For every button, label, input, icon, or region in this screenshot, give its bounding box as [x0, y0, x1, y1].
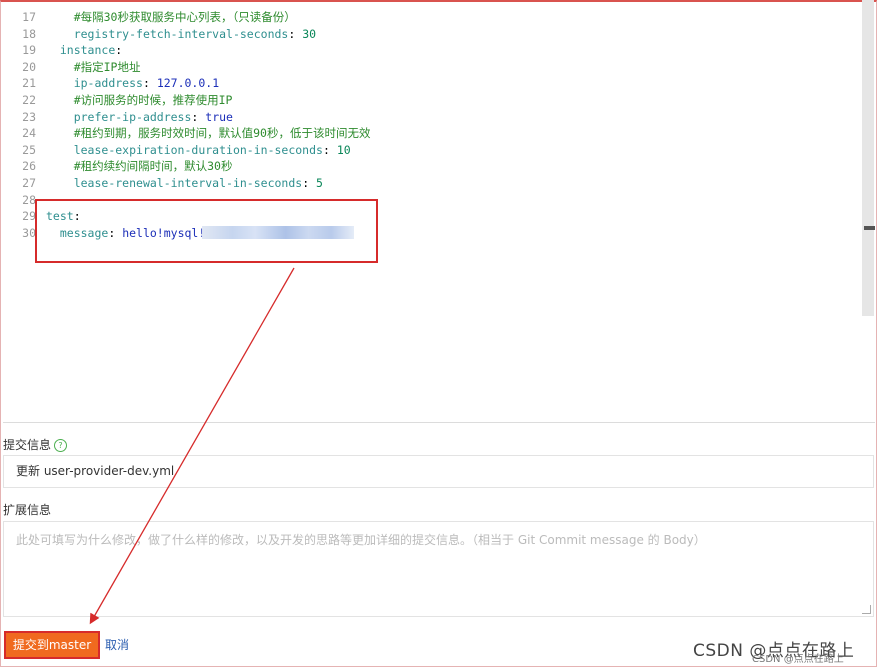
- annotation-arrow-line: [89, 267, 295, 625]
- annotation-arrow: [89, 267, 295, 625]
